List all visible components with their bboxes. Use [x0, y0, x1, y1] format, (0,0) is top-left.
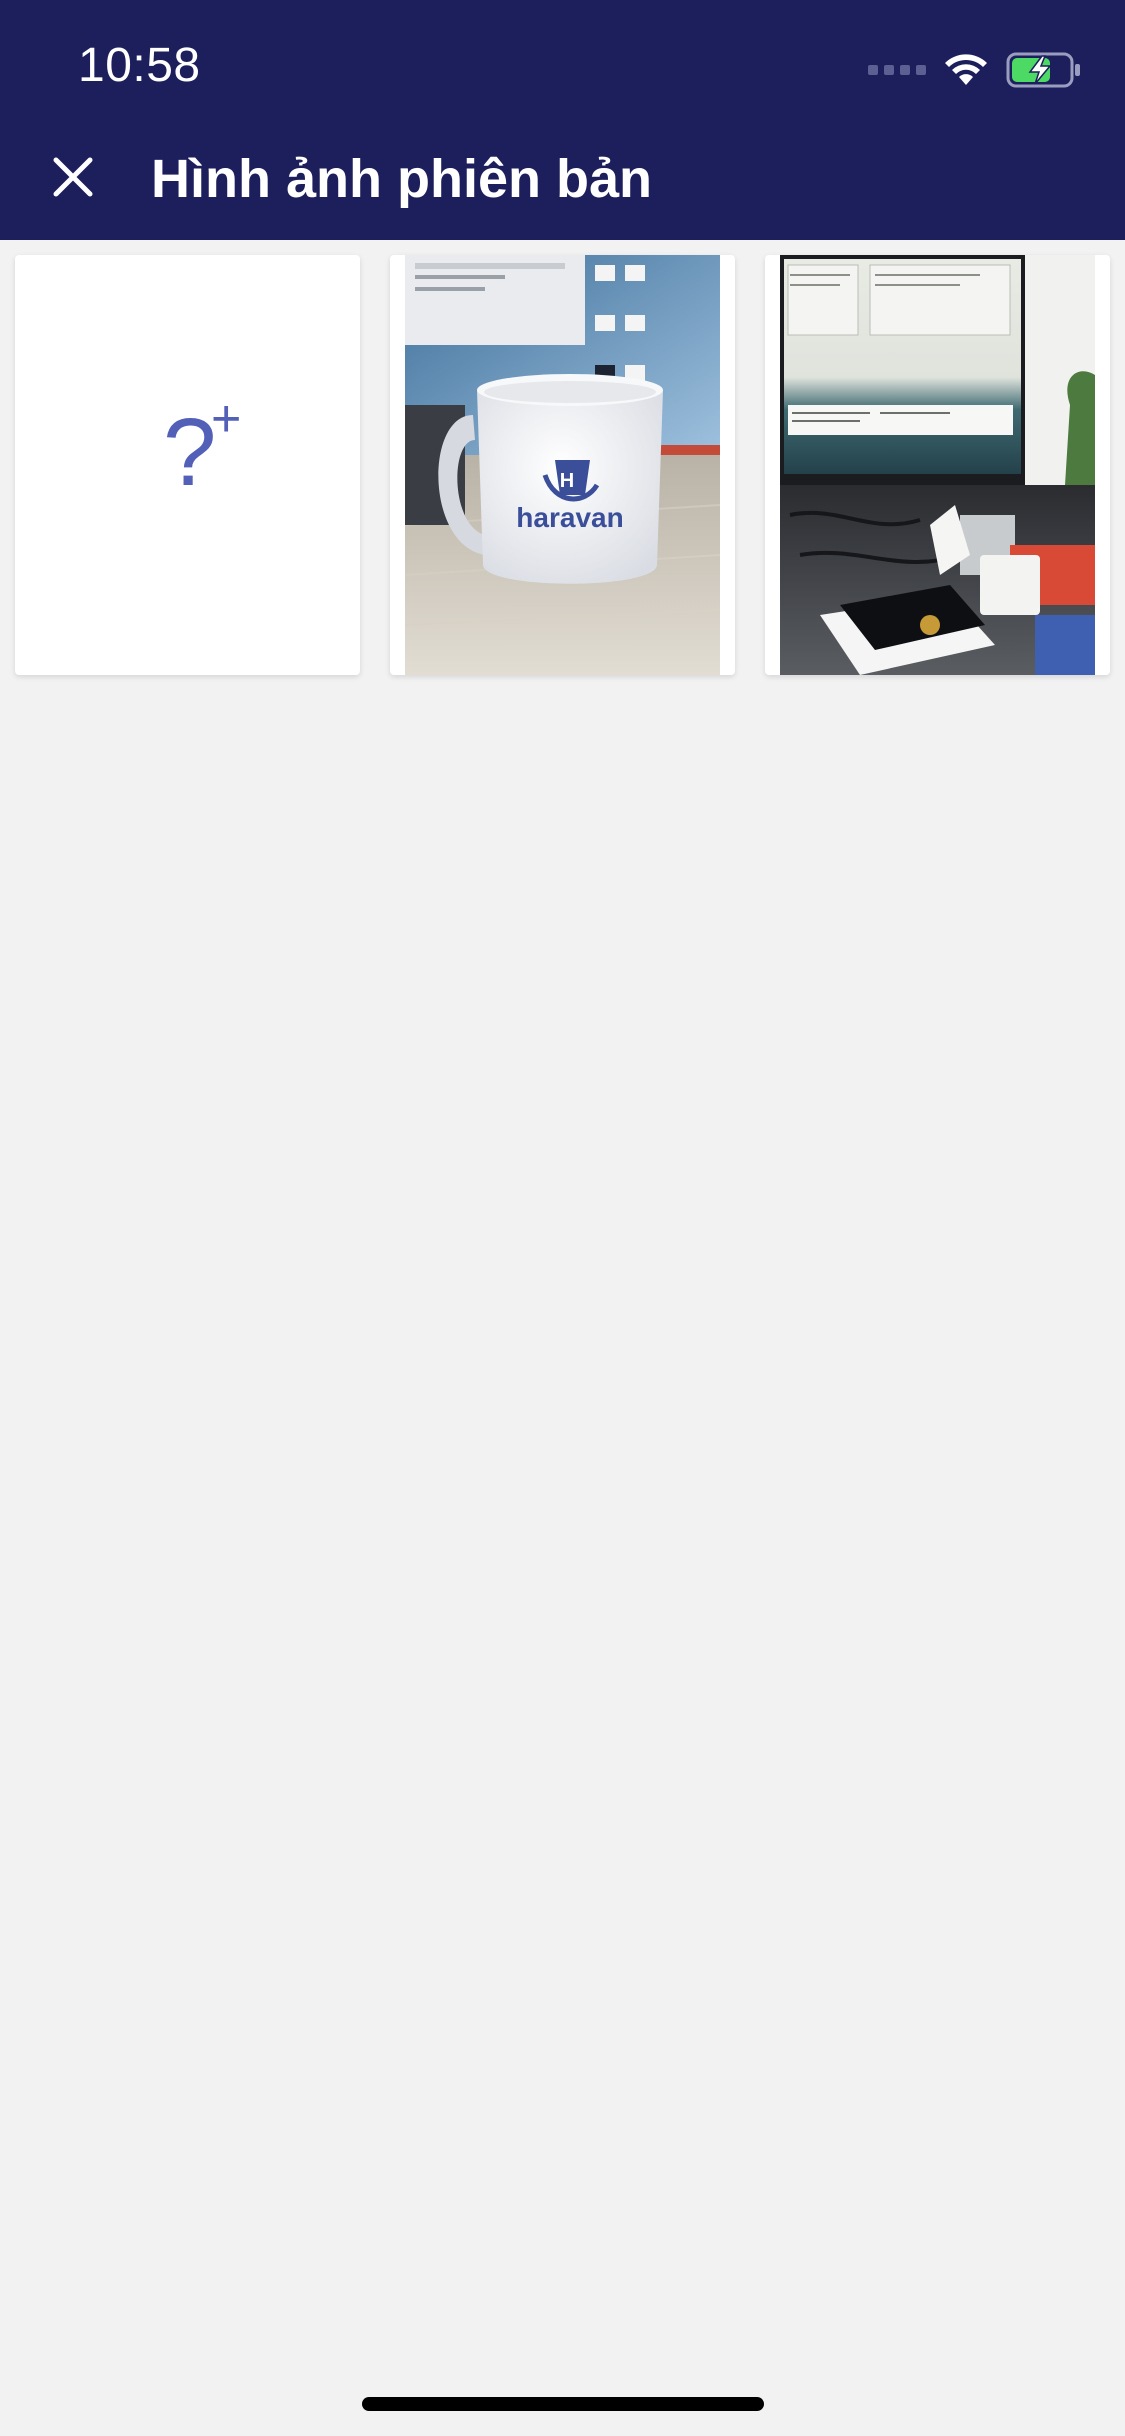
close-button[interactable]	[48, 152, 98, 202]
page-title: Hình ảnh phiên bản	[151, 149, 652, 209]
svg-text:H: H	[560, 470, 574, 492]
wifi-icon	[944, 53, 988, 87]
cellular-signal-icon	[868, 65, 926, 75]
status-icons	[868, 50, 1082, 90]
app-header: 10:58 Hình ảnh phiên bản	[0, 0, 1125, 240]
desk-photo	[780, 255, 1095, 675]
add-image-icon: ? +	[163, 393, 241, 501]
image-thumbnail[interactable]	[765, 255, 1110, 675]
screen: 10:58 Hình ảnh phiên bản ? + H haravan	[0, 0, 1125, 2436]
battery-charging-icon	[1006, 52, 1082, 88]
mug-brand-text: haravan	[516, 502, 623, 533]
plus-icon: +	[211, 390, 242, 448]
home-indicator	[362, 2397, 764, 2411]
add-image-button[interactable]: ? +	[15, 255, 360, 675]
close-icon	[53, 157, 93, 197]
status-time: 10:58	[78, 39, 201, 92]
add-image-glyph: ?	[163, 399, 217, 506]
image-thumbnail[interactable]: H haravan	[390, 255, 735, 675]
image-grid: ? + H haravan	[15, 255, 1110, 675]
mug-photo: H haravan	[405, 255, 720, 675]
